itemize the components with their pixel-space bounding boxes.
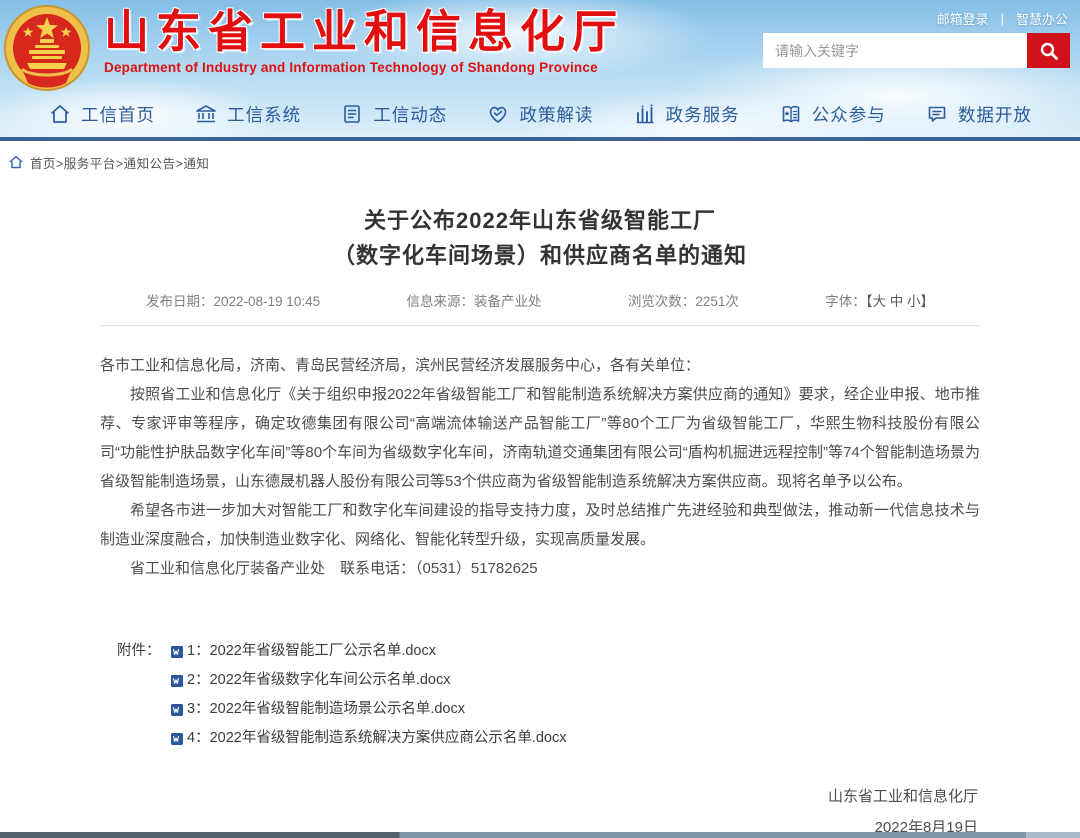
bank-icon <box>194 102 218 126</box>
view-count-label: 浏览次数： <box>628 294 696 309</box>
nav-label: 公众参与 <box>812 102 886 127</box>
chart-icon <box>633 102 657 126</box>
font-size-control: 字体：【大 中 小】 <box>825 290 934 310</box>
view-count: 浏览次数：2251次 <box>628 290 739 310</box>
font-size-label: 字体： <box>825 294 866 309</box>
nav-item-policy[interactable]: 政策解读 <box>486 102 593 127</box>
site-subtitle: Department of Industry and Information T… <box>104 60 624 75</box>
view-count-value: 2251次 <box>695 294 739 309</box>
attachment-row: 3：2022年省级智能制造场景公示名单.docx <box>100 695 980 724</box>
search-input[interactable] <box>763 33 1027 68</box>
paragraph: 按照省工业和信息化厅《关于组织申报2022年省级智能工厂和智能制造系统解决方案供… <box>100 380 980 496</box>
search-bar <box>763 33 1070 68</box>
nav-label: 工信系统 <box>227 102 301 127</box>
paragraph: 省工业和信息化厅装备产业处 联系电话：（0531）51782625 <box>100 554 980 583</box>
footer-edge-divider <box>0 832 1080 838</box>
bubble-icon <box>925 102 949 126</box>
article-title: 关于公布2022年山东省级智能工厂 （数字化车间场景）和供应商名单的通知 <box>100 203 980 273</box>
smart-office-link[interactable]: 智慧办公 <box>1016 9 1068 28</box>
doc-file-icon <box>170 645 184 659</box>
signature-org: 山东省工业和信息化厅 <box>100 781 978 812</box>
national-emblem-logo <box>2 3 92 93</box>
page: 山东省工业和信息化厅 Department of Industry and In… <box>0 0 1080 838</box>
nav-label: 工信首页 <box>81 102 155 127</box>
doc-file-icon <box>170 732 184 746</box>
handshake-icon <box>486 102 510 126</box>
site-title: 山东省工业和信息化厅 <box>104 6 624 58</box>
attachment-link[interactable]: 1：2022年省级智能工厂公示名单.docx <box>187 637 436 666</box>
paragraph: 希望各市进一步加大对智能工厂和数字化车间建设的指导支持力度，及时总结推广先进经验… <box>100 496 980 554</box>
breadcrumb-path[interactable]: 首页>服务平台>通知公告>通知 <box>30 153 209 172</box>
doc-file-icon <box>170 703 184 717</box>
article-title-line2: （数字化车间场景）和供应商名单的通知 <box>100 238 980 273</box>
mail-login-link[interactable]: 邮箱登录 <box>937 9 989 28</box>
publish-date: 发布日期：2022-08-19 10:45 <box>146 290 320 310</box>
nav-label: 政务服务 <box>666 102 740 127</box>
breadcrumb-home-icon <box>9 155 23 169</box>
info-source-label: 信息来源： <box>406 294 474 309</box>
topbar-separator: | <box>1001 11 1004 26</box>
search-button[interactable] <box>1027 33 1070 68</box>
nav-item-home[interactable]: 工信首页 <box>48 102 155 127</box>
main-nav: 工信首页 工信系统 工信动态 <box>0 91 1080 137</box>
paragraph: 各市工业和信息化局，济南、青岛民营经济局，滨州民营经济发展服务中心，各有关单位： <box>100 351 980 380</box>
masthead: 山东省工业和信息化厅 Department of Industry and In… <box>0 0 1080 141</box>
attachment-row: 2：2022年省级数字化车间公示名单.docx <box>100 666 980 695</box>
info-source: 信息来源：装备产业处 <box>406 290 541 310</box>
topbar-links: 邮箱登录 | 智慧办公 <box>937 9 1068 28</box>
home-icon <box>48 102 72 126</box>
book-star-icon <box>779 102 803 126</box>
breadcrumb: 首页>服务平台>通知公告>通知 <box>0 141 1080 183</box>
font-size-options[interactable]: 【大 中 小】 <box>866 294 934 309</box>
nav-label: 数据开放 <box>958 102 1032 127</box>
nav-label: 政策解读 <box>519 102 593 127</box>
article-title-line1: 关于公布2022年山东省级智能工厂 <box>100 203 980 238</box>
header-top: 山东省工业和信息化厅 Department of Industry and In… <box>0 0 1080 95</box>
attachments-label: 附件： <box>117 637 170 666</box>
doc-file-icon <box>170 674 184 688</box>
attachments: 附件： 1：2022年省级智能工厂公示名单.docx 2：2022年省级数字化车… <box>100 637 980 753</box>
nav-item-services[interactable]: 政务服务 <box>633 102 740 127</box>
article-signature: 山东省工业和信息化厅 2022年8月19日 <box>100 781 980 838</box>
info-source-value: 装备产业处 <box>474 294 542 309</box>
attachment-row: 4：2022年省级智能制造系统解决方案供应商公示名单.docx <box>100 724 980 753</box>
nav-item-open-data[interactable]: 数据开放 <box>925 102 1032 127</box>
nav-item-news[interactable]: 工信动态 <box>340 102 447 127</box>
article: 关于公布2022年山东省级智能工厂 （数字化车间场景）和供应商名单的通知 发布日… <box>100 203 980 838</box>
publish-date-label: 发布日期： <box>146 294 214 309</box>
attachment-link[interactable]: 3：2022年省级智能制造场景公示名单.docx <box>187 695 465 724</box>
attachment-link[interactable]: 4：2022年省级智能制造系统解决方案供应商公示名单.docx <box>187 724 566 753</box>
site-brand: 山东省工业和信息化厅 Department of Industry and In… <box>104 6 624 75</box>
attachment-row: 附件： 1：2022年省级智能工厂公示名单.docx <box>100 637 980 666</box>
article-meta: 发布日期：2022-08-19 10:45 信息来源：装备产业处 浏览次数：22… <box>100 290 980 326</box>
search-icon <box>1039 41 1059 61</box>
nav-label: 工信动态 <box>373 102 447 127</box>
nav-item-participation[interactable]: 公众参与 <box>779 102 886 127</box>
publish-date-value: 2022-08-19 10:45 <box>214 294 321 309</box>
nav-item-system[interactable]: 工信系统 <box>194 102 301 127</box>
attachment-link[interactable]: 2：2022年省级数字化车间公示名单.docx <box>187 666 450 695</box>
article-body: 各市工业和信息化局，济南、青岛民营经济局，滨州民营经济发展服务中心，各有关单位：… <box>100 351 980 583</box>
news-icon <box>340 102 364 126</box>
